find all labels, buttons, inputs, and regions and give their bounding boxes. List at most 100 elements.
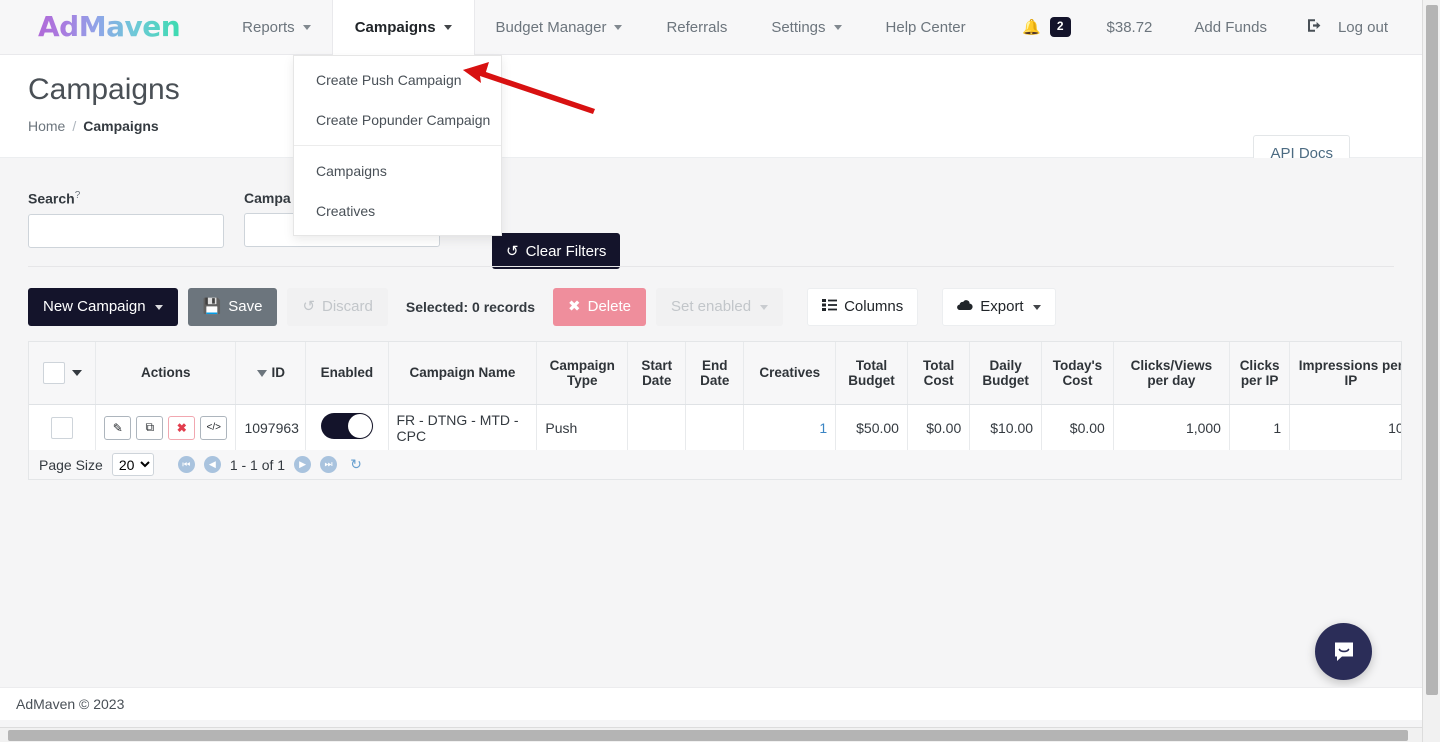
breadcrumb-home[interactable]: Home: [28, 118, 65, 134]
account-balance[interactable]: $38.72: [1085, 19, 1175, 36]
page-footer: AdMaven © 2023: [0, 687, 1422, 720]
cell-enabled: [306, 404, 388, 451]
main-navbar: AdMaven Reports Campaigns Budget Manager…: [0, 0, 1422, 55]
page-size-label: Page Size: [39, 457, 103, 473]
toggle-knob: [348, 414, 372, 438]
footer-copyright: AdMaven © 2023: [16, 696, 124, 712]
chevron-down-icon: [303, 25, 311, 30]
nav-item-label: Referrals: [666, 19, 727, 36]
nav-item-label: Budget Manager: [496, 19, 607, 36]
th-id[interactable]: ID: [236, 342, 306, 404]
add-funds-button[interactable]: Add Funds: [1174, 0, 1287, 55]
cell-clicks-views-per-day: 1,000: [1113, 404, 1229, 451]
search-help-hint[interactable]: ?: [75, 190, 81, 201]
save-button[interactable]: 💾 Save: [188, 288, 278, 326]
page-size-select[interactable]: 20: [112, 453, 154, 476]
th-enabled[interactable]: Enabled: [306, 342, 388, 404]
cell-id: 1097963: [236, 404, 306, 451]
th-clicks-views-per-day[interactable]: Clicks/Views per day: [1113, 342, 1229, 404]
chevron-down-icon: [760, 305, 768, 310]
chevron-down-icon[interactable]: [72, 370, 82, 376]
export-label: Export: [980, 298, 1023, 316]
th-total-budget[interactable]: Total Budget: [836, 342, 908, 404]
filters-bar: Search? Campa ↺ Clear Filters: [0, 158, 1422, 266]
th-campaign-name[interactable]: Campaign Name: [388, 342, 537, 404]
th-daily-budget[interactable]: Daily Budget: [970, 342, 1042, 404]
menu-item-campaigns[interactable]: Campaigns: [294, 151, 501, 191]
row-checkbox[interactable]: [51, 417, 73, 439]
nav-item-help-center[interactable]: Help Center: [864, 0, 988, 55]
copy-icon[interactable]: ⧉: [136, 416, 163, 440]
prev-page-button[interactable]: ◀: [204, 456, 221, 473]
notifications-button[interactable]: 🔔 2: [988, 17, 1084, 36]
chevron-down-icon: [155, 305, 163, 310]
th-total-cost[interactable]: Total Cost: [907, 342, 969, 404]
horizontal-scrollbar-thumb[interactable]: [8, 730, 1408, 741]
page-title: Campaigns: [28, 73, 180, 107]
chevron-down-icon: [834, 25, 842, 30]
enabled-toggle[interactable]: [321, 413, 373, 439]
menu-divider: [294, 145, 501, 146]
th-todays-cost[interactable]: Today's Cost: [1042, 342, 1114, 404]
bell-icon: 🔔: [1022, 20, 1041, 35]
menu-item-creatives[interactable]: Creatives: [294, 191, 501, 231]
cell-total-cost: $0.00: [907, 404, 969, 451]
menu-item-create-popunder-campaign[interactable]: Create Popunder Campaign: [294, 100, 501, 140]
intercom-chat-button[interactable]: [1315, 623, 1372, 680]
new-campaign-button[interactable]: New Campaign: [28, 288, 178, 326]
th-clicks-per-ip[interactable]: Clicks per IP: [1229, 342, 1289, 404]
last-page-button[interactable]: ⏭: [320, 456, 337, 473]
clear-filters-button[interactable]: ↺ Clear Filters: [492, 233, 620, 269]
vertical-scrollbar-thumb[interactable]: [1426, 5, 1438, 695]
admaven-logo[interactable]: AdMaven: [38, 13, 180, 41]
code-icon[interactable]: </>: [200, 416, 227, 440]
th-impressions-per-ip[interactable]: Impressions per IP: [1290, 342, 1402, 404]
search-input[interactable]: [28, 214, 224, 248]
th-id-label: ID: [272, 365, 286, 380]
vertical-scrollbar[interactable]: [1422, 0, 1440, 742]
select-all-checkbox[interactable]: [43, 362, 65, 384]
th-start-date[interactable]: Start Date: [628, 342, 686, 404]
th-end-date[interactable]: End Date: [686, 342, 744, 404]
page-header: Campaigns API Docs: [0, 55, 1422, 158]
menu-item-create-push-campaign[interactable]: Create Push Campaign: [294, 60, 501, 100]
sign-out-icon: [1307, 18, 1324, 37]
search-label-text: Search: [28, 191, 75, 207]
nav-item-budget-manager[interactable]: Budget Manager: [474, 0, 645, 55]
table-row[interactable]: ✎ ⧉ ✖ </> 1097963 FR - DTNG - MTD - CPC …: [29, 404, 1402, 451]
columns-button[interactable]: Columns: [807, 288, 918, 326]
delete-x-icon[interactable]: ✖: [168, 416, 195, 440]
th-actions: Actions: [96, 342, 236, 404]
floppy-disk-icon: 💾: [203, 298, 222, 316]
chevron-down-icon: [1033, 305, 1041, 310]
th-campaign-type[interactable]: Campaign Type: [537, 342, 628, 404]
cell-impressions-per-ip: 10: [1290, 404, 1402, 451]
first-page-button[interactable]: ⏮: [178, 456, 195, 473]
set-enabled-button: Set enabled: [656, 288, 783, 326]
nav-item-reports[interactable]: Reports: [220, 0, 333, 55]
table-head: Actions ID Enabled Campaign Name Campaig…: [29, 342, 1402, 404]
navbar-right-group: 🔔 2 $38.72 Add Funds Log out: [988, 0, 1422, 55]
campaigns-dropdown-menu: Create Push Campaign Create Popunder Cam…: [293, 55, 502, 236]
th-creatives[interactable]: Creatives: [744, 342, 836, 404]
nav-item-campaigns[interactable]: Campaigns: [333, 0, 474, 55]
new-campaign-label: New Campaign: [43, 298, 146, 316]
refresh-icon[interactable]: ↻: [350, 456, 362, 473]
cell-campaign-name: FR - DTNG - MTD - CPC: [388, 404, 537, 451]
grid-toolbar: New Campaign 💾 Save ↺ Discard Selected: …: [28, 288, 1056, 326]
next-page-button[interactable]: ▶: [294, 456, 311, 473]
export-button[interactable]: Export: [942, 288, 1055, 326]
cloud-download-icon: [957, 298, 973, 316]
refresh-icon: ↺: [506, 242, 519, 260]
delete-label: Delete: [588, 298, 631, 316]
delete-button[interactable]: ✖ Delete: [553, 288, 646, 326]
cell-select: [29, 404, 96, 451]
add-funds-label: Add Funds: [1194, 19, 1267, 36]
logout-button[interactable]: Log out: [1287, 0, 1408, 55]
cell-creatives[interactable]: 1: [744, 404, 836, 451]
horizontal-scrollbar[interactable]: [0, 727, 1422, 742]
pencil-icon[interactable]: ✎: [104, 416, 131, 440]
nav-item-label: Settings: [771, 19, 825, 36]
nav-item-referrals[interactable]: Referrals: [644, 0, 749, 55]
nav-item-settings[interactable]: Settings: [749, 0, 863, 55]
